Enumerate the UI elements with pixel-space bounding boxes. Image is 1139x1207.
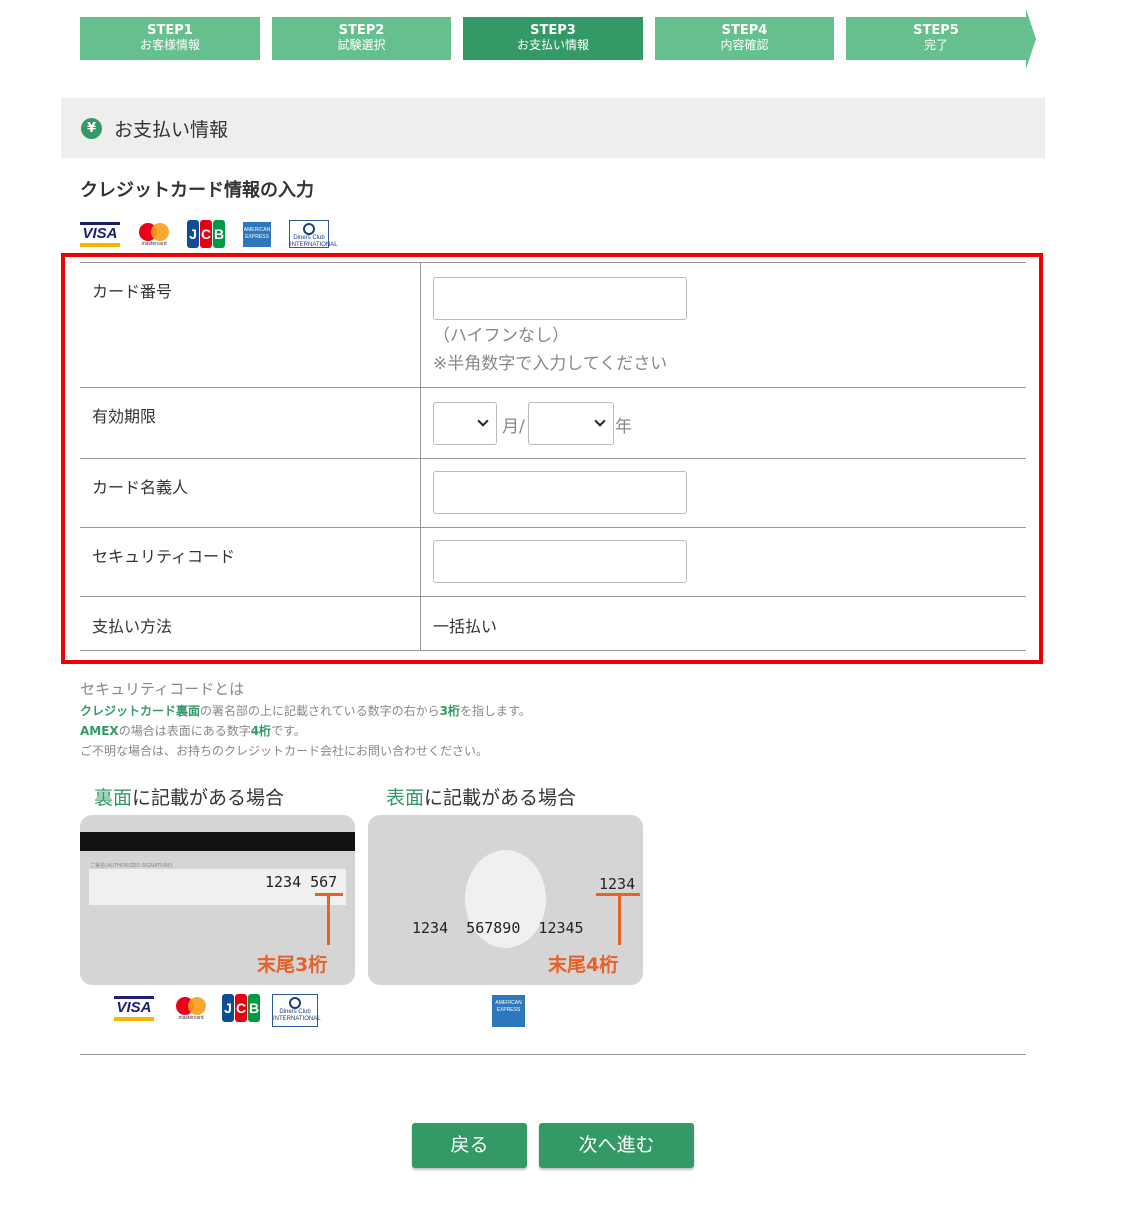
row-expiry: 有効期限 月/ 年 (80, 388, 1026, 459)
card-holder-input[interactable] (433, 471, 687, 514)
back-button[interactable]: 戻る (412, 1123, 527, 1168)
row-card-holder: カード名義人 (80, 459, 1026, 528)
step-progress: STEP1 お客様情報 STEP2 試験選択 STEP3 お支払い情報 STEP… (80, 9, 1040, 69)
security-info-emph: 3桁 (439, 704, 461, 718)
chevron-down-icon (594, 415, 606, 427)
diners-logo-text: Diners Club INTERNATIONAL (273, 1009, 321, 1022)
row-card-number: カード番号 （ハイフンなし） ※半角数字で入力してください (80, 263, 1026, 388)
step-1: STEP1 お客様情報 (80, 17, 260, 60)
security-info-text: の署名部の上に記載されている数字の右から (200, 704, 440, 718)
step-3-number: STEP3 (530, 23, 576, 38)
security-info-emph: 4桁 (250, 724, 272, 738)
step-5-label: 完了 (923, 38, 948, 52)
front-card-number: 1234 567890 12345 (412, 919, 584, 937)
credit-card-form: カード番号 （ハイフンなし） ※半角数字で入力してください 有効期限 月/ 年 … (80, 262, 1026, 651)
step-2-label: 試験選択 (337, 38, 386, 52)
jcb-letter-j: J (222, 994, 234, 1022)
mastercard-logo-icon: mastercard (174, 997, 208, 1022)
row-payment-method: 支払い方法 一括払い (80, 597, 1026, 651)
security-info-emph: クレジットカード裏面 (80, 704, 201, 718)
section-header: ¥ お支払い情報 (61, 98, 1045, 158)
back-card-note: 末尾3桁 (257, 954, 328, 976)
jcb-letter-b: B (213, 220, 225, 248)
back-card-caption-text: に記載がある場合 (132, 787, 285, 809)
row-security-code: セキュリティコード (80, 528, 1026, 597)
jcb-letter-c: C (235, 994, 247, 1022)
amex-logo-icon: AMERICAN EXPRESS (492, 995, 525, 1027)
security-code-label: セキュリティコード (92, 547, 236, 566)
security-info-line-1: クレジットカード裏面の署名部の上に記載されている数字の右から3桁を指します。 (80, 702, 531, 719)
security-code-input[interactable] (433, 540, 687, 583)
step-1-label: お客様情報 (139, 38, 200, 52)
signature-label: ご署名(AUTHORIZED SIGNATURE) (90, 863, 173, 869)
security-info-text: を指します。 (460, 704, 531, 718)
expiry-label: 有効期限 (92, 407, 157, 426)
front-card-marker-line (618, 895, 621, 945)
diners-logo-icon: Diners Club INTERNATIONAL (272, 994, 321, 1027)
step-2-number: STEP2 (338, 23, 385, 38)
step-4-number: STEP4 (721, 23, 768, 38)
diners-logo-icon: Diners Club INTERNATIONAL (289, 220, 338, 248)
step-4: STEP4 内容確認 (655, 17, 834, 60)
front-card-illustration: 1234 1234 567890 12345 末尾4桁 (368, 815, 643, 985)
card-holder-label: カード名義人 (92, 478, 189, 497)
payment-method-value: 一括払い (433, 617, 498, 636)
visa-logo-icon: VISA (80, 222, 120, 247)
jcb-letter-j: J (187, 220, 199, 248)
card-number-input[interactable] (433, 277, 687, 320)
next-button[interactable]: 次へ進む (539, 1123, 694, 1168)
front-card-caption-highlight: 表面 (386, 787, 425, 809)
back-card-caption-highlight: 裏面 (94, 787, 133, 809)
mastercard-logo-text: mastercard (178, 1015, 204, 1021)
card-number-label: カード番号 (92, 282, 173, 301)
card-number-hint-halfwidth: ※半角数字で入力してください (433, 354, 668, 374)
step-4-label: 内容確認 (720, 38, 769, 52)
security-info-line-3: ご不明な場合は、お持ちのクレジットカード会社にお問い合わせください。 (80, 744, 489, 758)
security-info-text: の場合は表面にある数字 (118, 724, 251, 738)
mastercard-logo-text: mastercard (141, 241, 167, 247)
step-arrow-icon (1026, 9, 1036, 69)
chevron-down-icon (477, 415, 489, 427)
divider (80, 1054, 1026, 1055)
step-3-label: お支払い情報 (516, 38, 589, 52)
step-1-number: STEP1 (147, 23, 193, 38)
security-info-title: セキュリティコードとは (80, 680, 245, 698)
card-number-hint-hyphen: （ハイフンなし） (433, 326, 569, 346)
form-title: クレジットカード情報の入力 (80, 180, 314, 201)
amex-logo-icon: AMERICAN EXPRESS (243, 222, 271, 247)
security-info-emph: AMEX (80, 724, 119, 738)
security-info-line-2: AMEXの場合は表面にある数字4桁です。 (80, 722, 306, 739)
back-card-marker-line (327, 895, 330, 945)
front-card-caption: 表面に記載がある場合 (386, 783, 576, 810)
mastercard-logo-icon: mastercard (137, 223, 171, 248)
front-card-note: 末尾4桁 (548, 954, 619, 976)
magnetic-stripe (80, 832, 355, 851)
payment-method-label: 支払い方法 (92, 617, 173, 636)
section-title: お支払い情報 (114, 119, 229, 141)
back-card-caption: 裏面に記載がある場合 (94, 783, 284, 810)
jcb-letter-c: C (200, 220, 212, 248)
front-card-caption-text: に記載がある場合 (424, 787, 577, 809)
expiry-year-select[interactable] (528, 402, 614, 445)
jcb-logo-icon: J C B (222, 994, 260, 1022)
expiry-month-select[interactable] (433, 402, 497, 445)
visa-logo-icon: VISA (114, 996, 154, 1021)
front-card-code: 1234 (599, 875, 636, 893)
back-card-number: 1234 567 (265, 873, 338, 891)
back-card-illustration: ご署名(AUTHORIZED SIGNATURE) 1234 567 末尾3桁 (80, 815, 355, 985)
expiry-month-unit: 月/ (502, 417, 525, 437)
expiry-year-unit: 年 (615, 417, 632, 437)
jcb-logo-icon: J C B (187, 220, 225, 248)
step-2: STEP2 試験選択 (272, 17, 451, 60)
step-5-number: STEP5 (913, 23, 959, 38)
step-5: STEP5 完了 (846, 17, 1026, 60)
step-3: STEP3 お支払い情報 (463, 17, 643, 60)
diners-logo-text: Diners Club INTERNATIONAL (290, 235, 338, 248)
security-info-text: です。 (271, 724, 306, 738)
jcb-letter-b: B (248, 994, 260, 1022)
yen-icon: ¥ (81, 118, 102, 139)
